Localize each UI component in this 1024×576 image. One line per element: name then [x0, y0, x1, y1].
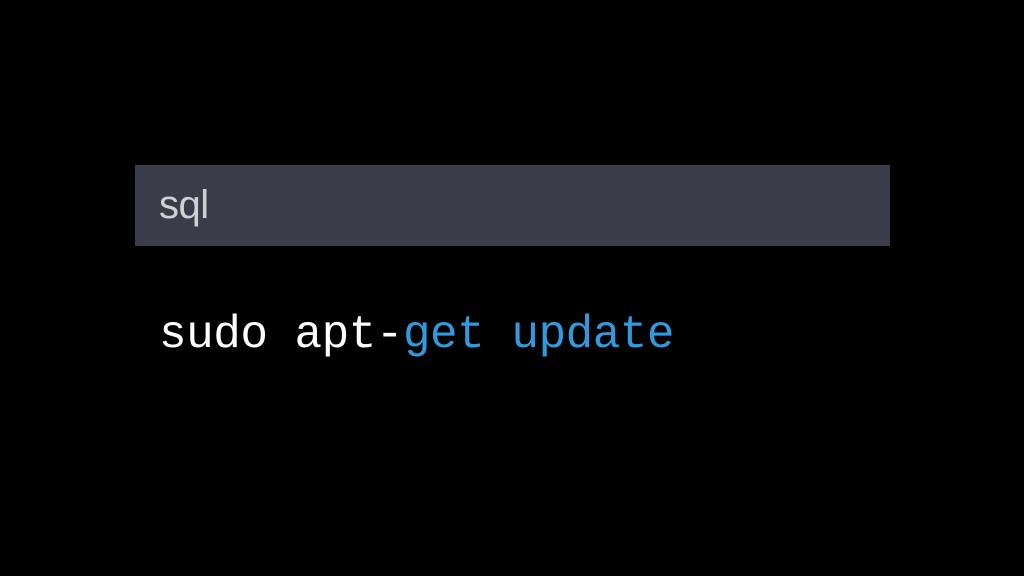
code-language-label: sql [135, 165, 890, 246]
code-token-keyword: update [511, 309, 674, 361]
code-content: sudo apt-get update [135, 246, 890, 366]
code-block: sql sudo apt-get update [135, 165, 890, 366]
code-token-plain: sudo apt- [159, 309, 403, 361]
code-token-keyword: get [403, 309, 484, 361]
code-token-space [484, 309, 511, 361]
